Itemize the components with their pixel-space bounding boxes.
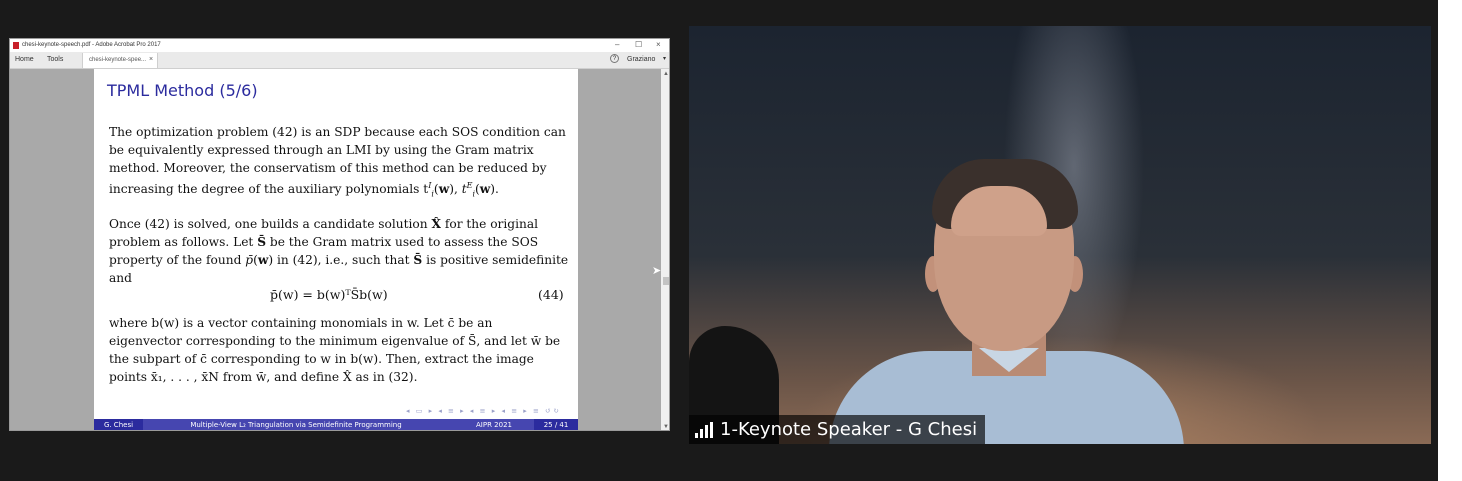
mouse-cursor-icon: ➤ <box>652 265 662 277</box>
scroll-thumb[interactable] <box>663 277 669 285</box>
document-tab[interactable]: chesi-keynote-spee... × <box>82 53 158 68</box>
menu-tools[interactable]: Tools <box>47 56 63 63</box>
paragraph-1: The optimization problem (42) is an SDP … <box>109 125 566 199</box>
scroll-up-icon[interactable]: ▲ <box>663 71 669 77</box>
speaker-name-bar: 1-Keynote Speaker - G Chesi <box>689 415 986 444</box>
minimize-button[interactable]: – <box>615 40 619 49</box>
footer-conference: AIPR 2021 <box>449 419 539 430</box>
equation-number: (44) <box>538 287 564 302</box>
slide-page: TPML Method (5/6) The optimization probl… <box>94 69 578 430</box>
footer-talk-title: Multiple-View L₂ Triangulation via Semid… <box>143 419 449 430</box>
slide-footer: G. Chesi Multiple-View L₂ Triangulation … <box>94 419 578 430</box>
right-edge-strip <box>1438 0 1462 481</box>
slide-title: TPML Method (5/6) <box>107 81 258 100</box>
pdf-icon <box>13 42 19 49</box>
footer-page-number: 25 / 41 <box>534 419 578 430</box>
video-tile[interactable]: 1-Keynote Speaker - G Chesi <box>689 26 1431 444</box>
tab-close-icon[interactable]: × <box>149 56 153 63</box>
paragraph-3: where b(w) is a vector containing monomi… <box>109 316 561 384</box>
signal-strength-icon <box>695 421 713 438</box>
vertical-scrollbar[interactable]: ▲ ▼ <box>661 69 669 430</box>
scroll-down-icon[interactable]: ▼ <box>663 424 669 430</box>
help-icon[interactable]: ? <box>610 54 619 63</box>
chevron-down-icon[interactable]: ▾ <box>663 55 666 62</box>
speaker-video <box>689 26 1431 444</box>
title-bar: chesi-keynote-speech.pdf - Adobe Acrobat… <box>10 39 669 52</box>
close-window-button[interactable]: × <box>656 40 661 49</box>
menu-bar: Home Tools chesi-keynote-spee... × ? Gra… <box>10 52 669 69</box>
acrobat-window: chesi-keynote-speech.pdf - Adobe Acrobat… <box>9 38 670 431</box>
equation: p̄(w) = b(w)ᵀS̄b(w) <box>270 287 388 302</box>
beamer-navigation-icons[interactable]: ◂ ▭ ▸ ◂ ≡ ▸ ◂ ≡ ▸ ◂ ≡ ▸ ≡ ↺↻ <box>406 407 561 415</box>
document-tab-label: chesi-keynote-spee... <box>89 57 147 63</box>
paragraph-2: Once (42) is solved, one builds a candid… <box>109 217 569 285</box>
menu-home[interactable]: Home <box>15 56 34 63</box>
user-name[interactable]: Graziano <box>627 56 655 63</box>
speaker-name: 1-Keynote Speaker - G Chesi <box>720 419 978 440</box>
footer-author: G. Chesi <box>94 419 143 430</box>
window-title: chesi-keynote-speech.pdf - Adobe Acrobat… <box>22 42 161 48</box>
maximize-button[interactable]: ☐ <box>635 40 642 49</box>
